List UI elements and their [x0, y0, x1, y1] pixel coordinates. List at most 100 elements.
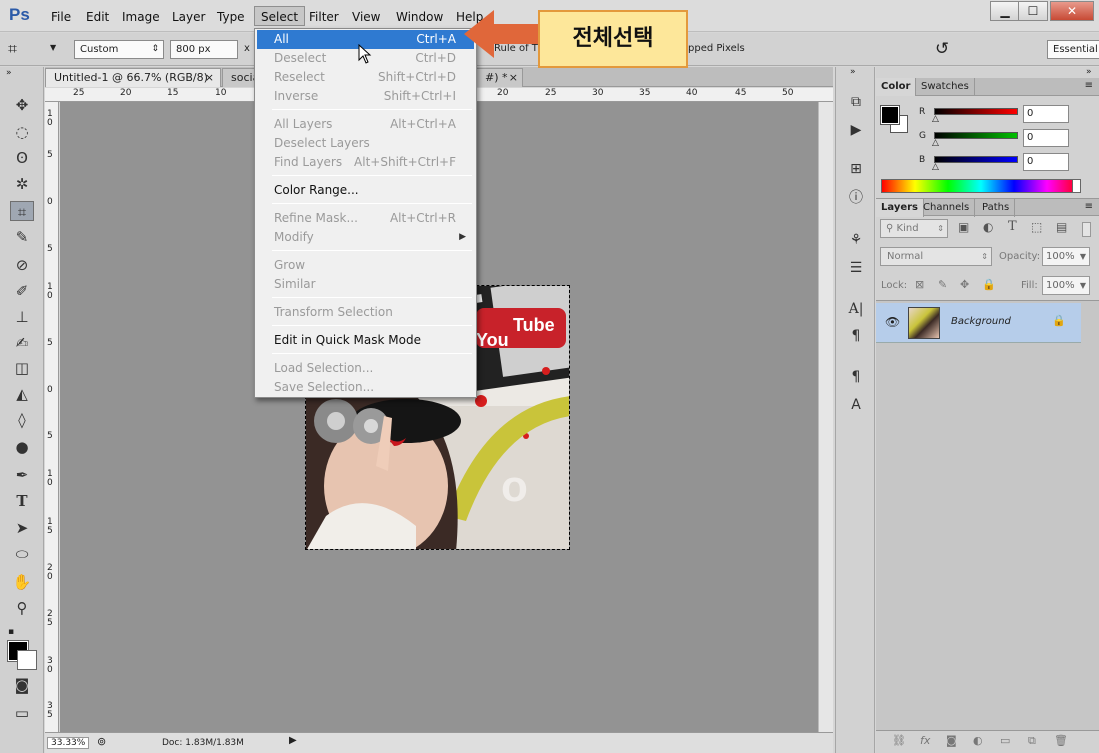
tab-color[interactable]: Color — [876, 78, 917, 96]
slider-thumb-icon[interactable]: △ — [932, 114, 939, 124]
3d-panel-icon[interactable]: ⊞ — [844, 159, 868, 179]
reset-icon[interactable]: ↺ — [935, 39, 949, 59]
move-tool-icon[interactable]: ✥ — [10, 95, 34, 115]
tab-swatches[interactable]: Swatches — [916, 78, 975, 96]
canvas-vertical-scrollbar[interactable] — [818, 102, 833, 732]
link-layers-icon[interactable]: ⛓ — [892, 734, 906, 747]
tab-layers[interactable]: Layers — [876, 199, 924, 217]
background-color-swatch[interactable] — [17, 650, 37, 670]
panel-menu-icon[interactable]: ≡ — [1085, 80, 1093, 91]
magic-wand-tool-icon[interactable]: ✲ — [10, 174, 34, 194]
crop-width-input[interactable]: 800 px — [170, 40, 238, 59]
dodge-tool-icon[interactable]: ● — [10, 437, 34, 457]
layer-kind-filter[interactable]: ⚲ Kind ⇕ — [880, 219, 948, 238]
layer-lock-icon[interactable]: 🔒 — [1052, 314, 1066, 327]
menu-view[interactable]: View — [346, 7, 386, 27]
blend-mode-select[interactable]: Normal ⇕ — [880, 247, 992, 266]
character-panel-icon[interactable]: A| — [844, 299, 868, 319]
blur-tool-icon[interactable]: ◊ — [10, 410, 34, 430]
status-info-icon[interactable]: ⊚ — [97, 735, 106, 748]
filter-toggle[interactable] — [1082, 222, 1091, 237]
layer-style-icon[interactable]: fx — [920, 734, 930, 747]
tab-channels[interactable]: Channels — [918, 199, 976, 217]
eye-icon[interactable]: 👁 — [885, 315, 900, 329]
marquee-tool-icon[interactable]: ◌ — [10, 122, 34, 142]
character-styles-icon[interactable]: A — [844, 395, 868, 415]
eyedropper-tool-icon[interactable]: ✎ — [10, 227, 34, 247]
paragraph-panel-icon[interactable]: ¶ — [844, 326, 868, 346]
zoom-tool-icon[interactable]: ⚲ — [10, 598, 34, 618]
menu-item-all-layers[interactable]: All Layers Alt+Ctrl+A — [257, 115, 474, 134]
tab-untitled-1[interactable]: Untitled-1 @ 66.7% (RGB/8) × — [45, 68, 221, 87]
menu-item-find-layers[interactable]: Find Layers Alt+Shift+Ctrl+F — [257, 153, 474, 172]
layer-row-background[interactable]: 👁 Background 🔒 — [876, 303, 1081, 343]
actions-panel-icon[interactable]: ▶ — [844, 120, 868, 140]
menu-window[interactable]: Window — [390, 7, 449, 27]
paragraph-styles-icon[interactable]: ¶ — [844, 367, 868, 387]
lock-all-icon[interactable]: 🔒 — [982, 278, 996, 291]
layer-name[interactable]: Background — [951, 316, 1011, 327]
blue-value-input[interactable]: 0 — [1023, 153, 1069, 171]
menu-layer[interactable]: Layer — [166, 7, 211, 27]
pen-tool-icon[interactable]: ✒ — [10, 465, 34, 485]
paint-bucket-tool-icon[interactable]: ◭ — [10, 384, 34, 404]
crop-style-select[interactable]: Custom ⇕ — [74, 40, 164, 59]
tool-preset-chevron-icon[interactable]: ▼ — [50, 43, 56, 52]
menu-item-modify[interactable]: Modify ▶ — [257, 228, 474, 247]
green-slider-track[interactable] — [934, 132, 1018, 139]
color-spectrum-bar[interactable] — [881, 179, 1081, 193]
ellipse-tool-icon[interactable]: ⬭ — [10, 544, 34, 564]
workspace-select[interactable]: Essential — [1047, 40, 1099, 59]
close-tab-icon[interactable]: × — [509, 69, 518, 87]
close-tab-icon[interactable]: × — [205, 69, 214, 87]
menu-type[interactable]: Type — [211, 7, 251, 27]
menu-select[interactable]: Select — [254, 6, 306, 26]
history-panel-icon[interactable]: ⧉ — [844, 92, 868, 112]
brush-tool-icon[interactable]: ✐ — [10, 281, 34, 301]
filter-smart-object-icon[interactable]: ▤ — [1056, 220, 1067, 234]
crop-tool-icon[interactable]: ⌗ — [8, 39, 17, 59]
menu-filter[interactable]: Filter — [303, 7, 345, 27]
green-value-input[interactable]: 0 — [1023, 129, 1069, 147]
zoom-level[interactable]: 33.33% — [47, 737, 90, 749]
type-tool-icon[interactable]: T — [10, 491, 34, 511]
panel-menu-icon[interactable]: ≡ — [1085, 201, 1093, 212]
lasso-tool-icon[interactable]: ʘ — [10, 148, 34, 168]
menu-item-quick-mask[interactable]: Edit in Quick Mask Mode — [257, 331, 474, 350]
slider-thumb-icon[interactable]: △ — [932, 162, 939, 172]
menu-item-transform-selection[interactable]: Transform Selection — [257, 303, 474, 322]
quick-mask-icon[interactable]: ◙ — [10, 675, 34, 695]
menu-image[interactable]: Image — [116, 7, 166, 27]
collapse-toolbar-icon[interactable]: » — [6, 68, 12, 78]
brush-presets-icon[interactable]: ⚘ — [844, 230, 868, 250]
filter-type-icon[interactable]: T — [1008, 219, 1017, 234]
close-button[interactable]: ✕ — [1050, 1, 1094, 21]
tab-paths[interactable]: Paths — [977, 199, 1016, 217]
expand-panels-icon[interactable]: » — [850, 67, 856, 77]
hand-tool-icon[interactable]: ✋ — [10, 572, 34, 592]
filter-shape-icon[interactable]: ⬚ — [1031, 220, 1042, 234]
crop-tool-icon[interactable]: ⌗ — [10, 201, 34, 221]
filter-adjustment-icon[interactable]: ◐ — [983, 220, 993, 234]
lock-image-icon[interactable]: ✎ — [938, 278, 947, 291]
add-mask-icon[interactable]: ◙ — [946, 734, 957, 747]
maximize-button[interactable]: ☐ — [1018, 1, 1048, 21]
menu-item-grow[interactable]: Grow — [257, 256, 474, 275]
blue-slider-track[interactable] — [934, 156, 1018, 163]
healing-brush-tool-icon[interactable]: ⊘ — [10, 255, 34, 275]
menu-item-color-range[interactable]: Color Range... — [257, 181, 474, 200]
opacity-input[interactable]: 100% ▼ — [1042, 247, 1090, 266]
menu-item-reselect[interactable]: Reselect Shift+Ctrl+D — [257, 68, 474, 87]
path-selection-tool-icon[interactable]: ➤ — [10, 518, 34, 538]
menu-item-inverse[interactable]: Inverse Shift+Ctrl+I — [257, 87, 474, 106]
eraser-tool-icon[interactable]: ◫ — [10, 358, 34, 378]
fill-input[interactable]: 100% ▼ — [1042, 276, 1090, 295]
slider-thumb-icon[interactable]: △ — [932, 138, 939, 148]
menu-item-deselect-layers[interactable]: Deselect Layers — [257, 134, 474, 153]
adjustments-icon[interactable]: ☰ — [844, 258, 868, 278]
tab-social-suffix[interactable]: #) * × — [477, 68, 523, 87]
new-group-icon[interactable]: ▭ — [1000, 734, 1010, 747]
menu-item-refine-mask[interactable]: Refine Mask... Alt+Ctrl+R — [257, 209, 474, 228]
minimize-button[interactable]: ▁ — [990, 1, 1020, 21]
menu-edit[interactable]: Edit — [80, 7, 115, 27]
